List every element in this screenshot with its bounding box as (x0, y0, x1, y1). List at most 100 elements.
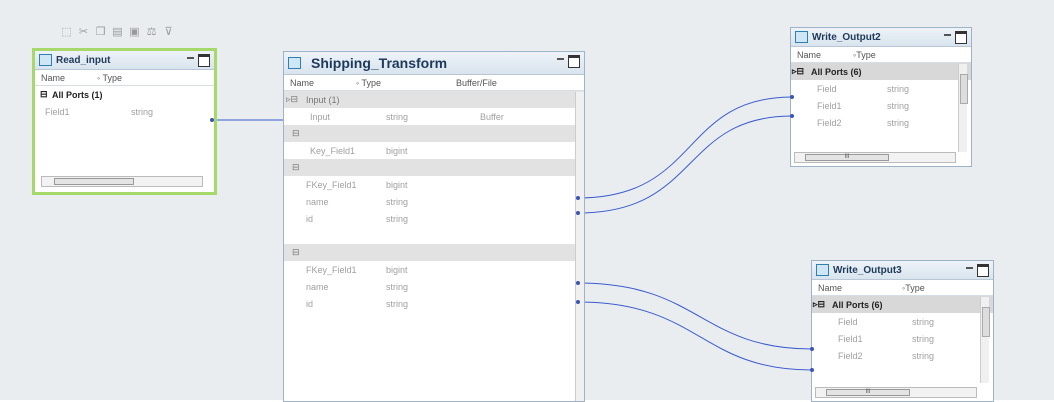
output-port-dot[interactable] (576, 211, 580, 215)
column-name: Name (41, 72, 66, 83)
port-type: string (887, 100, 910, 111)
port-row[interactable]: Field string (791, 80, 971, 97)
output-port-dot[interactable] (576, 196, 580, 200)
port-name: id (306, 213, 314, 224)
maximize-button[interactable] (977, 264, 989, 277)
port-type: string (386, 298, 409, 309)
port-type: string (912, 350, 935, 361)
minimize-button[interactable] (557, 58, 564, 60)
vertical-scrollbar[interactable] (958, 64, 968, 152)
shipping-header[interactable]: Shipping_Transform (284, 52, 584, 75)
collapse-icon[interactable]: ▹⊟ (813, 299, 825, 310)
write-output3-header[interactable]: Write_Output3 (812, 261, 993, 280)
write-output3-group[interactable]: ▹⊟ All Ports (6) (812, 296, 993, 313)
collapse-icon[interactable]: ⊟ (292, 247, 300, 258)
port-row[interactable]: Field1 string (812, 330, 993, 347)
output-port-dot[interactable] (576, 281, 580, 285)
group-2[interactable]: ⊟ (284, 125, 584, 142)
group-label: All Ports (6) (832, 299, 883, 310)
transform-icon (288, 57, 301, 69)
scroll-thumb[interactable] (54, 178, 134, 185)
port-row[interactable]: Input string Buffer (284, 108, 584, 125)
maximize-button[interactable] (568, 55, 580, 68)
input-group[interactable]: ▹⊟ Input (1) (284, 91, 584, 108)
horizontal-scrollbar[interactable]: III (815, 387, 977, 398)
column-name: Name (818, 282, 843, 293)
group-4[interactable]: ⊟ (284, 244, 584, 261)
input-port-dot[interactable] (790, 114, 794, 118)
read-input-group[interactable]: ⊟ All Ports (1) (35, 86, 214, 103)
port-name: id (306, 298, 314, 309)
maximize-button[interactable] (955, 31, 967, 44)
port-row[interactable]: Field2 string (812, 347, 993, 364)
write-output2-title: Write_Output2 (812, 31, 881, 43)
port-row[interactable]: Field string (812, 313, 993, 330)
write-output2-header[interactable]: Write_Output2 (791, 28, 971, 47)
collapse-icon[interactable]: ▹⊟ (286, 94, 298, 105)
port-name: FKey_Field1 (306, 179, 357, 190)
port-name: FKey_Field1 (306, 264, 357, 275)
port-type: string (386, 213, 409, 224)
collapse-icon[interactable]: ⊟ (292, 162, 300, 173)
source-icon (39, 54, 52, 66)
port-name: Field2 (838, 350, 863, 361)
port-row[interactable]: Field2 string (791, 114, 971, 131)
port-type: string (887, 117, 910, 128)
vertical-scrollbar[interactable] (980, 297, 990, 383)
port-row[interactable]: name string (284, 193, 584, 210)
port-row[interactable]: name string (284, 278, 584, 295)
write-output3-title: Write_Output3 (833, 264, 902, 276)
scroll-thumb[interactable]: III (826, 389, 910, 396)
write-output3-object[interactable]: Write_Output3 Name ◦Type ▹⊟ All Ports (6… (811, 260, 994, 402)
port-type: string (912, 316, 935, 327)
input-port-dot[interactable] (790, 95, 794, 99)
vertical-scrollbar[interactable] (575, 92, 584, 401)
read-input-columns: Name ◦ Type (35, 70, 214, 86)
input-port-dot[interactable] (810, 347, 814, 351)
read-input-object[interactable]: Read_input Name ◦ Type ⊟ All Ports (1) F… (32, 48, 217, 195)
minimize-button[interactable] (944, 34, 951, 36)
port-row[interactable]: id string (284, 210, 584, 227)
write-output2-group[interactable]: ▹⊟ All Ports (6) (791, 63, 971, 80)
port-type: string (887, 83, 910, 94)
port-row[interactable]: Field1 string (35, 103, 214, 120)
port-name: name (306, 281, 329, 292)
write-output2-columns: Name ◦Type (791, 47, 971, 63)
shipping-columns: Name ◦ Type Buffer/File (284, 75, 584, 91)
port-name: Field (838, 316, 858, 327)
link-name-field1 (577, 115, 792, 214)
minimize-button[interactable] (187, 57, 194, 59)
port-row[interactable]: FKey_Field1 bigint (284, 261, 584, 278)
port-type: bigint (386, 264, 408, 275)
port-row[interactable]: id string (284, 295, 584, 312)
port-row[interactable]: Field1 string (791, 97, 971, 114)
collapse-icon[interactable]: ⊟ (292, 128, 300, 139)
port-name: Field1 (817, 100, 842, 111)
scroll-thumb[interactable] (982, 307, 990, 337)
collapse-icon[interactable]: ⊟ (40, 89, 48, 100)
maximize-button[interactable] (198, 54, 210, 67)
input-port-dot[interactable] (810, 368, 814, 372)
output-port-dot[interactable] (210, 118, 214, 122)
port-row[interactable]: Key_Field1 bigint (284, 142, 584, 159)
port-type: bigint (386, 179, 408, 190)
port-row[interactable]: FKey_Field1 bigint (284, 176, 584, 193)
output-port-dot[interactable] (576, 300, 580, 304)
collapse-icon[interactable]: ▹⊟ (792, 66, 804, 77)
target-icon (795, 31, 808, 43)
horizontal-scrollbar[interactable]: III (794, 152, 956, 163)
group-3[interactable]: ⊟ (284, 159, 584, 176)
write-output3-columns: Name ◦Type (812, 280, 993, 296)
scroll-thumb[interactable]: III (805, 154, 889, 161)
horizontal-scrollbar[interactable] (41, 176, 203, 187)
port-type: string (386, 111, 409, 122)
read-input-header[interactable]: Read_input (35, 51, 214, 70)
write-output2-object[interactable]: Write_Output2 Name ◦Type ▹⊟ All Ports (6… (790, 27, 972, 167)
read-input-title: Read_input (56, 54, 111, 66)
mapping-canvas[interactable]: ⬚ ✂ ❐ ▤ ▣ ⚖ ⊽ Read_input Name ◦ Type ⊟ A… (0, 0, 1054, 402)
minimize-button[interactable] (966, 267, 973, 269)
shipping-transform-object[interactable]: Shipping_Transform Name ◦ Type Buffer/Fi… (283, 51, 585, 402)
link-fkey-field (577, 96, 792, 199)
scroll-thumb[interactable] (960, 74, 968, 104)
group-label: Input (1) (306, 94, 340, 105)
